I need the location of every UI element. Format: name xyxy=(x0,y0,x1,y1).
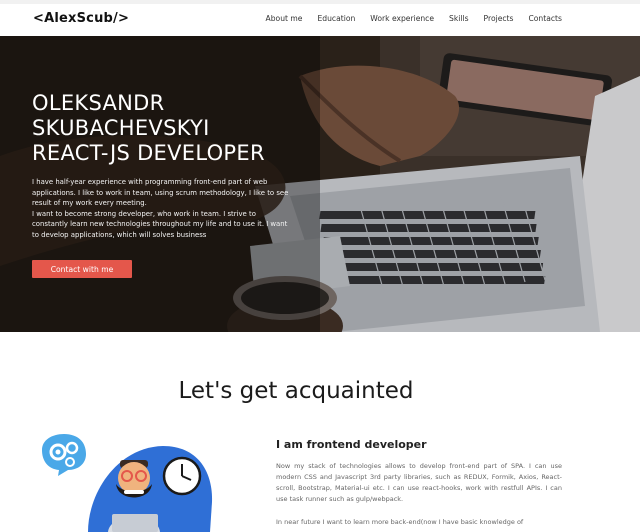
nav-about-me[interactable]: About me xyxy=(266,14,303,23)
about-paragraph-1: Now my stack of technologies allows to d… xyxy=(276,462,562,503)
developer-illustration xyxy=(42,434,213,532)
nav-projects[interactable]: Projects xyxy=(484,14,514,23)
hero-section: OLEKSANDR SKUBACHEVSKYI REACT-JS DEVELOP… xyxy=(0,36,640,332)
gears-icon xyxy=(42,434,86,476)
nav-skills[interactable]: Skills xyxy=(449,14,469,23)
nav-education[interactable]: Education xyxy=(317,14,355,23)
hero-description: I have half-year experience with program… xyxy=(32,177,294,241)
hero-title-line-1: OLEKSANDR xyxy=(32,91,165,115)
site-logo[interactable]: <AlexScub/> xyxy=(33,11,129,26)
nav-contacts[interactable]: Contacts xyxy=(528,14,562,23)
hero-paragraph-1: I have half-year experience with program… xyxy=(32,178,289,208)
about-heading: I am frontend developer xyxy=(276,438,427,451)
main-nav: About me Education Work experience Skill… xyxy=(266,14,562,23)
site-header: <AlexScub/> About me Education Work expe… xyxy=(0,4,640,36)
hero-title: OLEKSANDR SKUBACHEVSKYI REACT-JS DEVELOP… xyxy=(32,91,332,166)
contact-button[interactable]: Contact with me xyxy=(32,260,132,278)
hero-title-line-3: REACT-JS DEVELOPER xyxy=(32,141,265,165)
hero-paragraph-2: I want to become strong developer, who w… xyxy=(32,209,288,239)
about-paragraph-2: In near future I want to learn more back… xyxy=(276,518,524,526)
nav-work-experience[interactable]: Work experience xyxy=(370,14,434,23)
section-title: Let's get acquainted xyxy=(178,378,414,404)
clock-icon xyxy=(162,456,202,496)
hero-title-line-2: SKUBACHEVSKYI xyxy=(32,116,210,140)
